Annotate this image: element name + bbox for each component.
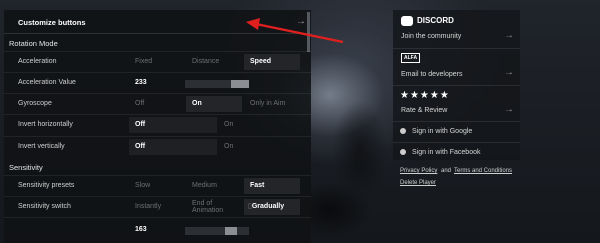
- annotation-arrow: [246, 18, 344, 44]
- annotation-arrow-line: [255, 22, 344, 44]
- annotation-arrow-head: [246, 18, 260, 30]
